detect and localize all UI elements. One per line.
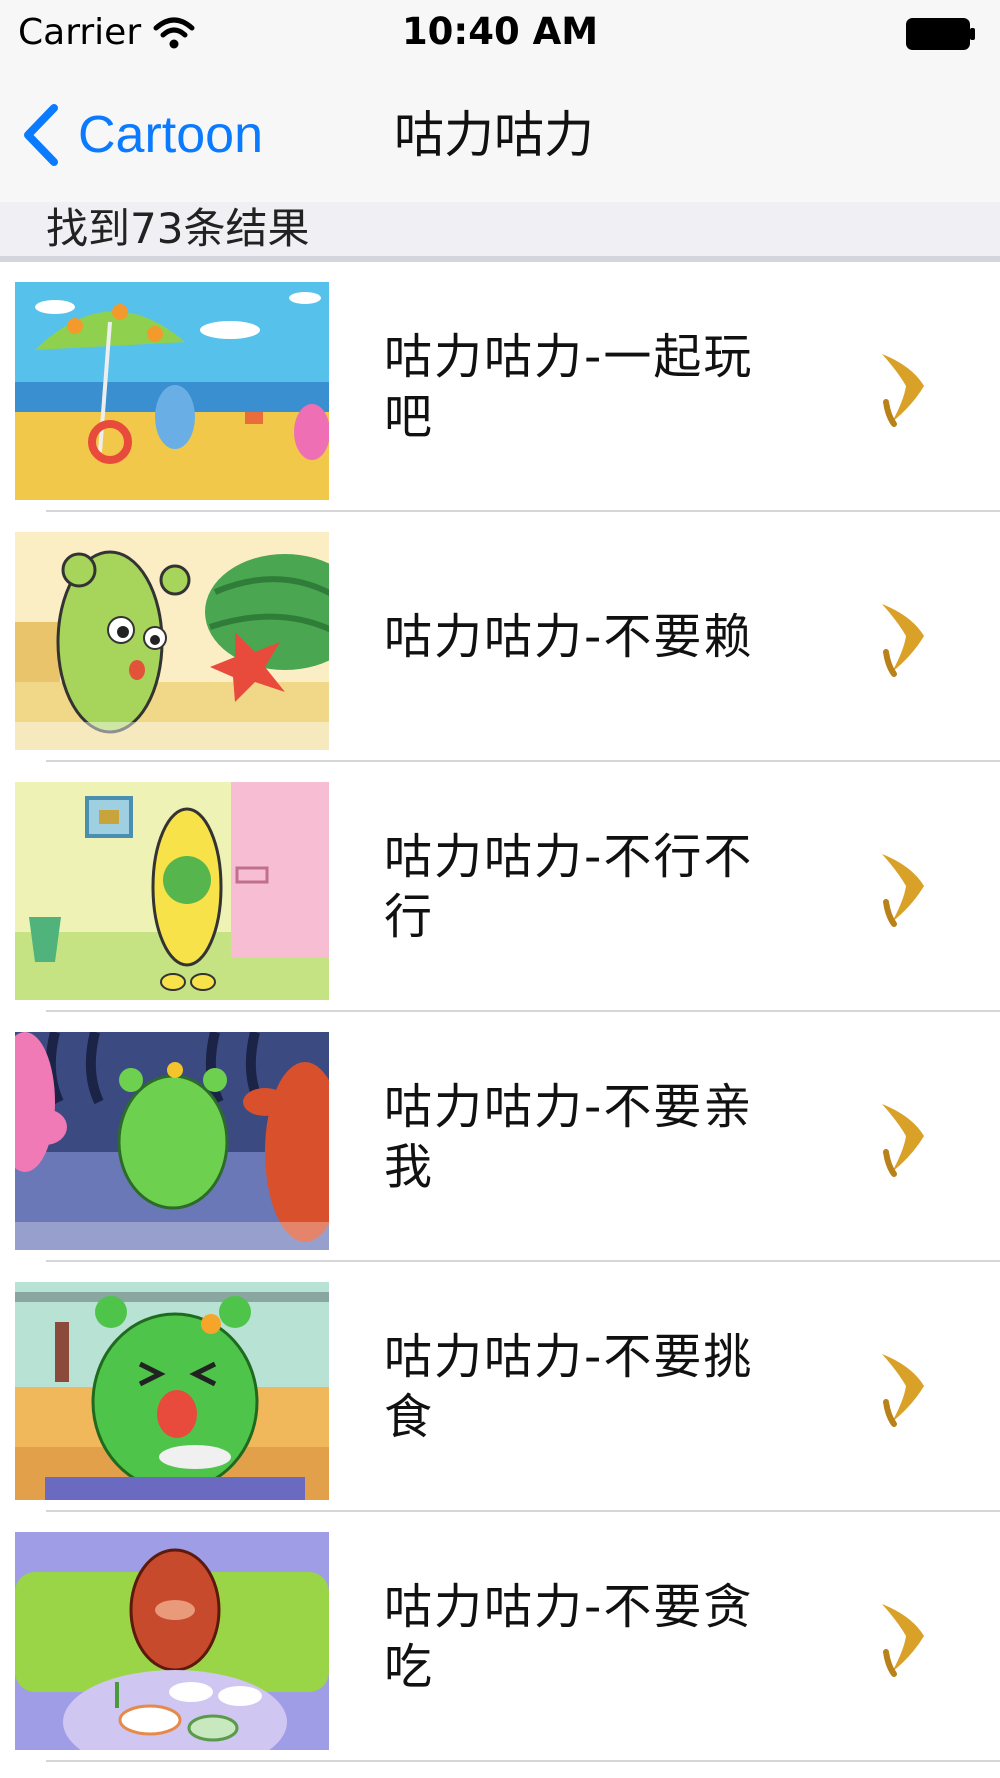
back-button[interactable]: Cartoon <box>18 100 263 170</box>
row-separator <box>46 1760 1000 1762</box>
back-button-label: Cartoon <box>78 106 263 164</box>
list-item[interactable]: 咕力咕力-不要挑食 <box>0 1262 1000 1512</box>
episode-thumbnail <box>15 782 329 1000</box>
top-bar: Carrier 10:40 AM Cartoon 咕力咕力 <box>0 0 1000 203</box>
episode-thumbnail <box>15 1032 329 1250</box>
status-time: 10:40 AM <box>401 10 599 53</box>
gold-chevron-right-icon <box>882 1604 924 1677</box>
list-item[interactable]: 咕力咕力-不要贪吃 <box>0 1512 1000 1762</box>
gold-chevron-right-icon <box>882 854 924 927</box>
gold-chevron-right-icon <box>882 1354 924 1427</box>
episode-title: 咕力咕力-不要贪吃 <box>384 1579 754 1695</box>
episode-thumbnail <box>15 532 329 750</box>
list-item[interactable]: 咕力咕力-不要亲我 <box>0 1012 1000 1262</box>
gold-chevron-right-icon <box>882 354 924 427</box>
episode-title: 咕力咕力-一起玩吧 <box>384 329 754 445</box>
gold-chevron-right-icon <box>882 1104 924 1177</box>
battery-icon <box>906 18 975 50</box>
episode-title: 咕力咕力-不要挑食 <box>384 1329 754 1445</box>
list-item[interactable]: 咕力咕力-不行不行 <box>0 762 1000 1012</box>
episode-title: 咕力咕力-不要赖 <box>384 609 754 665</box>
episode-title: 咕力咕力-不行不行 <box>384 829 754 945</box>
results-count: 找到73条结果 <box>46 204 310 253</box>
list-item[interactable]: 咕力咕力-一起玩吧 <box>0 262 1000 512</box>
episode-thumbnail <box>15 1532 329 1750</box>
results-header: 找到73条结果 <box>0 202 1000 262</box>
screen: Carrier 10:40 AM Cartoon 咕力咕力 找到73条结果 咕力… <box>0 0 1000 1778</box>
episode-thumbnail <box>15 1282 329 1500</box>
episode-title: 咕力咕力-不要亲我 <box>384 1079 754 1195</box>
gold-chevron-right-icon <box>882 604 924 677</box>
list-item[interactable]: 咕力咕力-不要赖 <box>0 512 1000 762</box>
status-bar: Carrier 10:40 AM <box>0 0 1000 70</box>
episode-thumbnail <box>15 282 329 500</box>
navigation-bar: Cartoon 咕力咕力 <box>0 70 1000 202</box>
chevron-left-icon <box>24 104 58 166</box>
page-title: 咕力咕力 <box>394 106 594 164</box>
